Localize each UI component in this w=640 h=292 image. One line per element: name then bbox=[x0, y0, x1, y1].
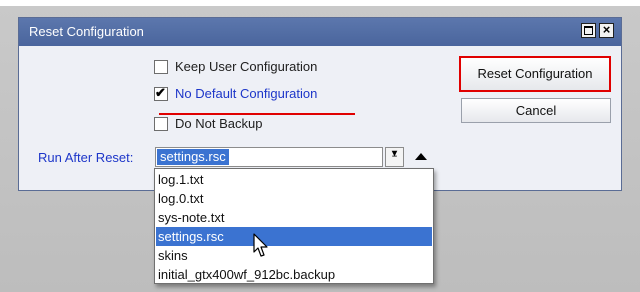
dialog-titlebar[interactable]: Reset Configuration × bbox=[19, 18, 621, 46]
no-default-configuration-checkbox[interactable]: ✔ bbox=[154, 85, 168, 101]
collapse-button[interactable] bbox=[411, 148, 429, 166]
checkmark-icon: ✔ bbox=[155, 85, 166, 100]
list-item[interactable]: log.0.txt bbox=[156, 189, 432, 208]
up-arrow-icon bbox=[415, 153, 427, 160]
maximize-icon bbox=[584, 26, 593, 35]
keep-user-configuration-checkbox[interactable] bbox=[154, 60, 168, 74]
list-item[interactable]: skins bbox=[156, 246, 432, 265]
list-item[interactable]: log.1.txt bbox=[156, 170, 432, 189]
list-item-selected[interactable]: settings.rsc bbox=[156, 227, 432, 246]
close-icon: × bbox=[602, 22, 611, 37]
highlight-underline bbox=[159, 113, 355, 115]
reset-configuration-button[interactable]: Reset Configuration bbox=[459, 56, 611, 92]
list-item[interactable]: sys-note.txt bbox=[156, 208, 432, 227]
mouse-pointer-icon bbox=[253, 233, 268, 257]
run-after-reset-combobox[interactable]: settings.rsc bbox=[155, 147, 383, 167]
cancel-button[interactable]: Cancel bbox=[461, 98, 611, 123]
no-default-configuration-label: No Default Configuration bbox=[175, 86, 318, 101]
dropdown-arrow-icon: ▾ ‾ bbox=[391, 148, 398, 167]
do-not-backup-checkbox[interactable] bbox=[154, 117, 168, 131]
list-item[interactable]: initial_gtx400wf_912bc.backup bbox=[156, 265, 432, 284]
file-dropdown-list: log.1.txt log.0.txt sys-note.txt setting… bbox=[154, 168, 434, 284]
close-button[interactable]: × bbox=[599, 22, 614, 38]
keep-user-configuration-label: Keep User Configuration bbox=[175, 59, 318, 74]
run-after-reset-value: settings.rsc bbox=[157, 149, 229, 165]
run-after-reset-label: Run After Reset: bbox=[38, 150, 134, 165]
maximize-button[interactable] bbox=[581, 23, 596, 38]
do-not-backup-label: Do Not Backup bbox=[175, 116, 263, 131]
dialog-title: Reset Configuration bbox=[29, 24, 144, 39]
dropdown-toggle-button[interactable]: ▾ ‾ bbox=[385, 147, 404, 167]
